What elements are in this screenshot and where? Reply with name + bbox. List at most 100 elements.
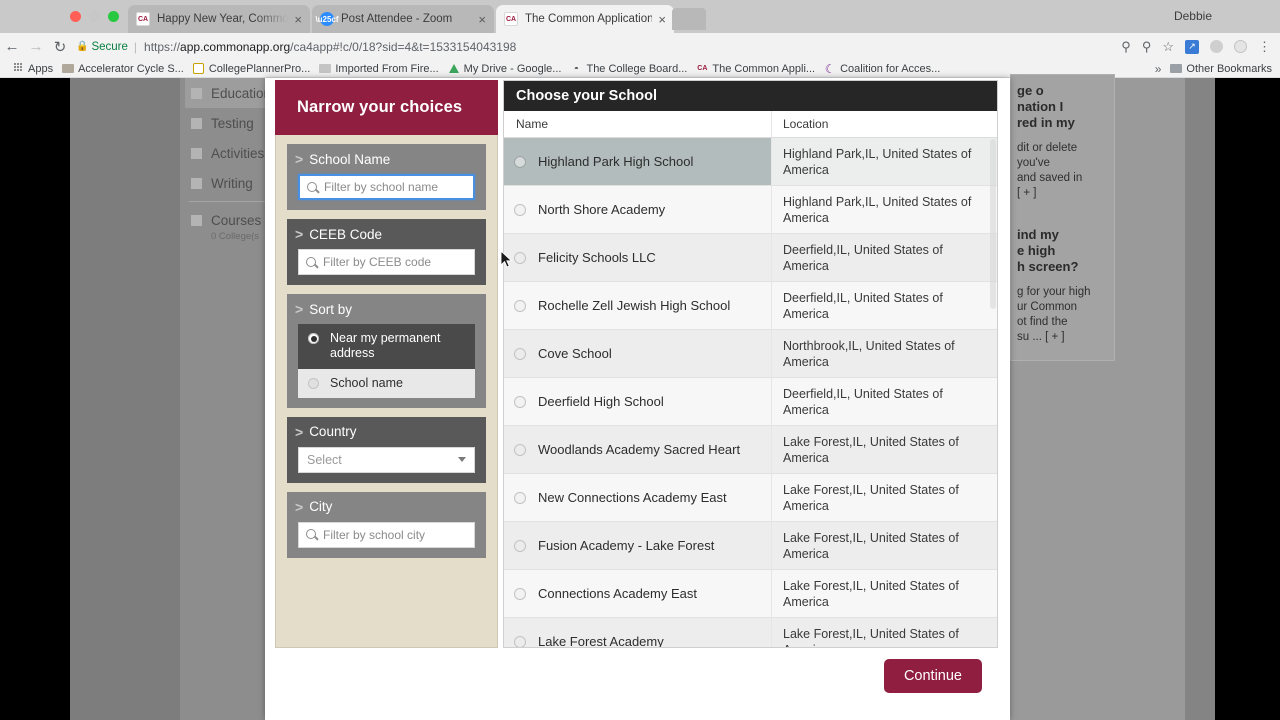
- school-location-label: Deerfield,IL, United States of America: [783, 386, 943, 417]
- browser-tab-2[interactable]: \u25cf Post Attendee - Zoom ×: [312, 5, 494, 33]
- extension-circle-icon[interactable]: [1234, 40, 1247, 53]
- table-row[interactable]: Fusion Academy - Lake Forest Lake Forest,…: [504, 522, 997, 570]
- school-name-cell[interactable]: Connections Academy East: [504, 570, 772, 617]
- school-name-cell[interactable]: Highland Park High School: [504, 138, 772, 185]
- maximize-window-button[interactable]: [108, 11, 119, 22]
- bookmarks-overflow-icon[interactable]: »: [1155, 62, 1162, 76]
- filter-group-ceeb-code-header[interactable]: > CEEB Code: [287, 226, 486, 249]
- close-tab-1-icon[interactable]: ×: [294, 13, 302, 26]
- school-location-label: Lake Forest,IL, United States of America: [783, 482, 959, 513]
- radio-unselected-icon[interactable]: [514, 539, 526, 552]
- ceeb-code-filter-input[interactable]: Filter by CEEB code: [298, 249, 475, 275]
- tab-strip: CA Happy New Year, Common Ap × \u25cf Po…: [0, 0, 1280, 33]
- modal-footer: Continue: [265, 648, 1010, 720]
- school-name-cell[interactable]: Fusion Academy - Lake Forest: [504, 522, 772, 569]
- extension-blue-icon[interactable]: ↗: [1185, 39, 1199, 54]
- table-row[interactable]: Felicity Schools LLC Deerfield,IL, United…: [504, 234, 997, 282]
- bookmark-star-icon[interactable]: ☆: [1162, 39, 1174, 55]
- other-bookmarks-folder[interactable]: Other Bookmarks: [1170, 63, 1272, 75]
- profile-name-label[interactable]: Debbie: [1174, 9, 1212, 23]
- radio-unselected-icon[interactable]: [514, 443, 526, 456]
- sort-by-option-school-name[interactable]: School name: [298, 368, 475, 398]
- school-name-cell[interactable]: North Shore Academy: [504, 186, 772, 233]
- table-row[interactable]: Cove School Northbrook,IL, United States …: [504, 330, 997, 378]
- choose-your-school-panel: Choose your School Name Location Highlan…: [503, 80, 998, 648]
- bookmark-collegeplannerpro[interactable]: CollegePlannerPro...: [193, 63, 310, 75]
- browser-tab-3[interactable]: CA The Common Application ×: [496, 5, 674, 33]
- forward-button[interactable]: →: [24, 38, 48, 55]
- address-bar[interactable]: 🔒 Secure | https:// app.commonapp.org /c…: [76, 37, 1111, 57]
- table-row[interactable]: Woodlands Academy Sacred Heart Lake Fores…: [504, 426, 997, 474]
- filter-group-country-header[interactable]: > Country: [287, 424, 486, 447]
- country-select[interactable]: Select: [298, 446, 475, 473]
- screen: CA Happy New Year, Common Ap × \u25cf Po…: [0, 0, 1280, 720]
- chrome-menu-icon[interactable]: ⋮: [1258, 39, 1271, 55]
- school-name-filter-input[interactable]: Filter by school name: [298, 174, 475, 200]
- radio-unselected-icon[interactable]: [514, 491, 526, 504]
- city-filter-input[interactable]: Filter by school city: [298, 521, 475, 548]
- extension-grey-icon[interactable]: [1210, 40, 1223, 53]
- column-header-location[interactable]: Location: [772, 117, 997, 131]
- bookmark-coalition[interactable]: ☾ Coalition for Acces...: [824, 62, 941, 76]
- table-row[interactable]: Lake Forest Academy Lake Forest,IL, Unite…: [504, 618, 997, 647]
- school-name-cell[interactable]: Cove School: [504, 330, 772, 377]
- school-name-cell[interactable]: Lake Forest Academy: [504, 618, 772, 647]
- close-window-button[interactable]: [70, 11, 81, 22]
- table-row[interactable]: Deerfield High School Deerfield,IL, Unite…: [504, 378, 997, 426]
- radio-unselected-icon[interactable]: [514, 251, 526, 264]
- radio-unselected-icon[interactable]: [514, 347, 526, 360]
- school-name-cell[interactable]: Woodlands Academy Sacred Heart: [504, 426, 772, 473]
- back-button[interactable]: ←: [0, 38, 24, 55]
- zoom-magnifier-icon[interactable]: ⚲: [1142, 39, 1152, 55]
- reload-button[interactable]: ↻: [48, 38, 72, 56]
- help-body-1-line4[interactable]: [ + ]: [1011, 186, 1114, 201]
- bookmark-my-drive[interactable]: My Drive - Google...: [448, 63, 561, 75]
- new-tab-button[interactable]: [672, 8, 706, 30]
- radio-unselected-icon[interactable]: [514, 299, 526, 312]
- bookmark-common-app[interactable]: CA The Common Appli...: [696, 63, 815, 75]
- help-body-2-line4[interactable]: su ... [ + ]: [1011, 330, 1114, 345]
- school-name-cell[interactable]: Rochelle Zell Jewish High School: [504, 282, 772, 329]
- school-table-scrollbar[interactable]: [990, 139, 996, 309]
- continue-button[interactable]: Continue: [883, 659, 982, 693]
- browser-tab-1[interactable]: CA Happy New Year, Common Ap ×: [128, 5, 310, 33]
- radio-unselected-icon[interactable]: [514, 587, 526, 600]
- filter-group-city-header[interactable]: > City: [287, 499, 486, 522]
- table-row[interactable]: North Shore Academy Highland Park,IL, Uni…: [504, 186, 997, 234]
- school-location-label: Lake Forest,IL, United States of America: [783, 434, 959, 465]
- school-name-cell[interactable]: New Connections Academy East: [504, 474, 772, 521]
- close-tab-3-icon[interactable]: ×: [658, 13, 666, 26]
- bookmark-imported-from-firefox[interactable]: Imported From Fire...: [319, 63, 439, 75]
- sort-by-option-near-my-permanent-address[interactable]: Near my permanent address: [298, 324, 475, 369]
- school-table-body[interactable]: Highland Park High School Highland Park,I…: [504, 138, 997, 647]
- radio-selected-icon[interactable]: [514, 155, 526, 168]
- radio-unselected-icon[interactable]: [514, 635, 526, 647]
- bookmark-apps[interactable]: Apps: [12, 62, 53, 75]
- table-row[interactable]: Rochelle Zell Jewish High School Deerfiel…: [504, 282, 997, 330]
- school-location-label: Lake Forest,IL, United States of America: [783, 578, 959, 609]
- filter-group-sort-by-header[interactable]: > Sort by: [287, 301, 486, 324]
- column-header-name[interactable]: Name: [504, 111, 772, 137]
- country-select-value: Select: [307, 452, 342, 467]
- sidebar-item-education-label: Education: [211, 85, 272, 101]
- key-icon[interactable]: ⚲: [1121, 39, 1131, 55]
- filter-group-school-name-header[interactable]: > School Name: [287, 151, 486, 174]
- radio-unselected-icon[interactable]: [514, 395, 526, 408]
- table-row[interactable]: Highland Park High School Highland Park,I…: [504, 138, 997, 186]
- close-tab-2-icon[interactable]: ×: [478, 13, 486, 26]
- bookmark-college-board[interactable]: ◓ The College Board...: [570, 63, 687, 75]
- chevron-down-icon: [458, 457, 466, 463]
- window-traffic-lights[interactable]: [70, 11, 119, 22]
- browser-tab-3-title: The Common Application: [525, 13, 653, 25]
- table-row[interactable]: New Connections Academy East Lake Forest,…: [504, 474, 997, 522]
- minimize-window-button[interactable]: [89, 11, 100, 22]
- school-name-cell[interactable]: Felicity Schools LLC: [504, 234, 772, 281]
- filter-group-city: > City Filter by school city: [287, 491, 486, 558]
- table-row[interactable]: Connections Academy East Lake Forest,IL, …: [504, 570, 997, 618]
- bookmark-accelerator[interactable]: Accelerator Cycle S...: [62, 63, 184, 75]
- filter-group-sort-by: > Sort by Near my permanent address Scho…: [287, 294, 486, 408]
- ca-favicon: CA: [136, 12, 150, 26]
- school-name-cell[interactable]: Deerfield High School: [504, 378, 772, 425]
- filter-group-country: > Country Select: [287, 416, 486, 483]
- radio-unselected-icon[interactable]: [514, 203, 526, 216]
